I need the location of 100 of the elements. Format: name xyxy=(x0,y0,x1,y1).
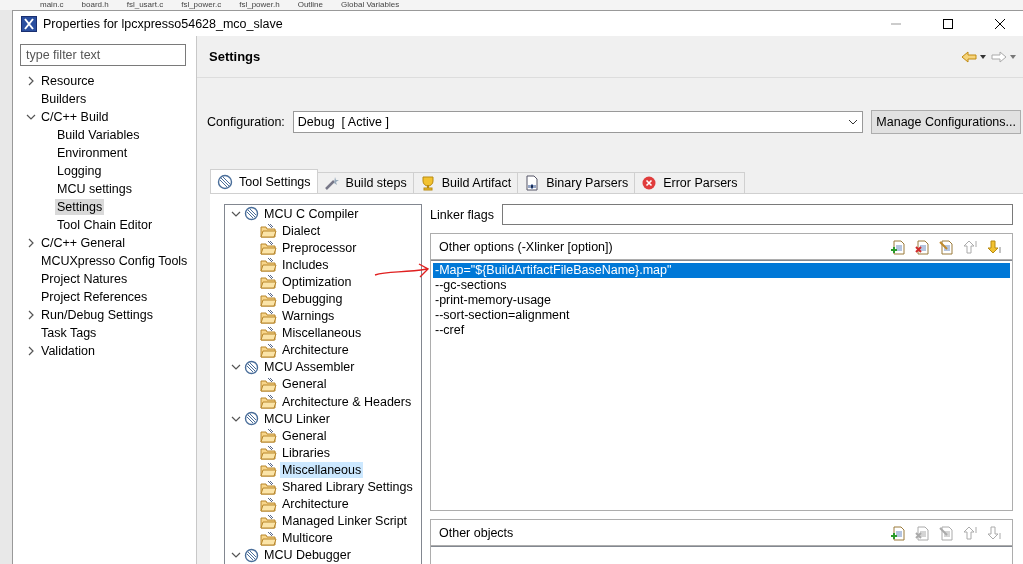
tree-item[interactable]: MCU C Compiler xyxy=(262,205,361,222)
folder-icon xyxy=(260,342,277,358)
tree-item[interactable]: Shared Library Settings xyxy=(280,479,415,496)
tree-item[interactable]: C/C++ Build xyxy=(39,109,111,125)
tree-item[interactable]: Includes xyxy=(280,256,331,273)
tree-item[interactable]: Preprocessor xyxy=(280,239,359,256)
folder-icon xyxy=(260,325,277,341)
page-title: Settings xyxy=(209,49,262,64)
toolbar-button[interactable] xyxy=(936,238,956,255)
delete-icon xyxy=(914,524,930,541)
tree-item[interactable]: Multicore xyxy=(280,530,335,547)
tree-item[interactable]: Environment xyxy=(55,145,130,161)
list-item[interactable]: --gc-sections xyxy=(433,278,1010,293)
editor-tab[interactable]: fsl_usart.c xyxy=(126,0,164,10)
tree-item[interactable]: Run/Debug Settings xyxy=(39,307,155,323)
tree-item[interactable]: Architecture xyxy=(280,342,351,359)
tab[interactable]: Error Parsers xyxy=(634,172,745,193)
panel-title: Other objects xyxy=(439,525,515,540)
list-item[interactable]: -print-memory-usage xyxy=(433,293,1010,308)
folder-icon xyxy=(260,445,277,461)
tab[interactable]: Binary Parsers xyxy=(517,172,636,193)
editor-tab[interactable]: Global Variables xyxy=(341,0,400,10)
tree-item[interactable]: Miscellaneous xyxy=(280,461,364,478)
tab[interactable]: Build steps xyxy=(316,172,414,193)
tree-item[interactable]: Architecture & Headers xyxy=(280,393,414,410)
tree-item[interactable]: MCU Linker xyxy=(262,410,332,427)
folder-icon xyxy=(260,377,277,392)
folder-icon xyxy=(260,496,277,512)
tree-item[interactable]: Resource xyxy=(39,73,97,89)
editor-tab[interactable]: fsl_power.c xyxy=(181,0,222,10)
editor-tab[interactable]: board.h xyxy=(81,0,109,10)
folder-icon xyxy=(260,530,277,546)
folder-icon xyxy=(260,257,277,273)
tree-item[interactable]: Debugging xyxy=(280,291,345,307)
list-item[interactable]: -Map="${BuildArtifactFileBaseName}.map" xyxy=(433,263,1010,278)
arrow-up-icon xyxy=(962,238,978,255)
maximize-icon xyxy=(943,18,953,29)
tree-item[interactable]: C/C++ General xyxy=(39,235,128,251)
tree-item[interactable]: Logging xyxy=(55,163,104,179)
tree-item[interactable]: MCU settings xyxy=(55,181,135,197)
tree-item[interactable]: General xyxy=(280,427,329,444)
tree-item[interactable]: Builders xyxy=(39,91,89,107)
tree-item[interactable]: Task Tags xyxy=(39,325,99,341)
list-item[interactable]: --sort-section=alignment xyxy=(433,308,1010,323)
toolbar-button[interactable] xyxy=(888,238,908,255)
edit-icon xyxy=(938,238,954,255)
tree-item[interactable]: Project Natures xyxy=(39,271,130,287)
folder-icon xyxy=(260,462,277,478)
tree-item[interactable]: Validation xyxy=(39,343,97,359)
chevron-down-icon xyxy=(848,119,859,125)
tree-item[interactable]: Managed Linker Script xyxy=(280,513,410,530)
configuration-dropdown[interactable]: Debug [ Active ] xyxy=(292,111,864,133)
add-icon xyxy=(890,238,906,255)
panel-title: Other options (-Xlinker [option]) xyxy=(439,239,614,254)
manage-configurations-button[interactable]: Manage Configurations... xyxy=(871,110,1021,134)
folder-icon xyxy=(260,394,277,410)
tree-item[interactable]: Dialect xyxy=(280,222,323,239)
tree-item[interactable]: Architecture xyxy=(280,496,351,513)
tree-item[interactable]: Optimization xyxy=(280,273,354,290)
folder-icon xyxy=(260,240,277,256)
list-item[interactable]: --cref xyxy=(433,323,1010,338)
chevron-right-icon[interactable] xyxy=(26,76,36,86)
window-title: Properties for lpcxpresso54628_mco_slave xyxy=(43,16,284,31)
chevron-right-icon[interactable] xyxy=(26,238,36,248)
tree-item[interactable]: Build Variables xyxy=(55,127,142,143)
tree-item[interactable]: Settings xyxy=(55,199,105,215)
editor-tab[interactable]: main.c xyxy=(40,0,64,10)
linker-flags-label: Linker flags xyxy=(430,207,494,222)
tree-item[interactable]: MCUXpresso Config Tools xyxy=(39,253,190,269)
delete-icon xyxy=(914,238,930,255)
arrow-up-icon xyxy=(962,524,978,541)
tree-item[interactable]: Miscellaneous xyxy=(280,325,364,342)
arrow-down-icon xyxy=(986,238,1002,255)
close-icon xyxy=(995,18,1005,29)
trophy-icon xyxy=(419,175,436,191)
toolbar-button[interactable] xyxy=(912,238,932,255)
tab[interactable]: Tool Settings xyxy=(210,169,318,193)
linker-flags-field[interactable] xyxy=(501,204,1013,225)
app-logo-icon xyxy=(21,15,37,32)
editor-tab[interactable]: Outline xyxy=(297,0,324,10)
add-icon xyxy=(890,524,906,541)
configuration-label: Configuration: xyxy=(207,115,285,129)
folder-icon xyxy=(260,274,277,290)
tree-item[interactable]: Warnings xyxy=(280,308,337,325)
filter-field[interactable]: type filter text xyxy=(20,44,186,66)
tree-item[interactable]: General xyxy=(280,376,329,393)
chevron-right-icon[interactable] xyxy=(26,310,36,320)
tree-item[interactable]: MCU Assembler xyxy=(262,359,357,376)
folder-icon xyxy=(260,513,277,529)
folder-icon xyxy=(260,223,277,239)
folder-icon xyxy=(260,479,277,495)
chevron-right-icon[interactable] xyxy=(26,346,36,356)
tree-item[interactable]: Libraries xyxy=(280,444,332,461)
tree-item[interactable]: Tool Chain Editor xyxy=(55,217,155,233)
editor-tab[interactable]: fsl_power.h xyxy=(239,0,280,10)
chevron-down-icon[interactable] xyxy=(26,112,36,122)
tree-item[interactable]: Project References xyxy=(39,289,150,305)
tab[interactable]: Build Artifact xyxy=(412,172,519,193)
toolbar-button[interactable] xyxy=(888,524,908,541)
tree-item[interactable]: MCU Debugger xyxy=(262,547,353,564)
